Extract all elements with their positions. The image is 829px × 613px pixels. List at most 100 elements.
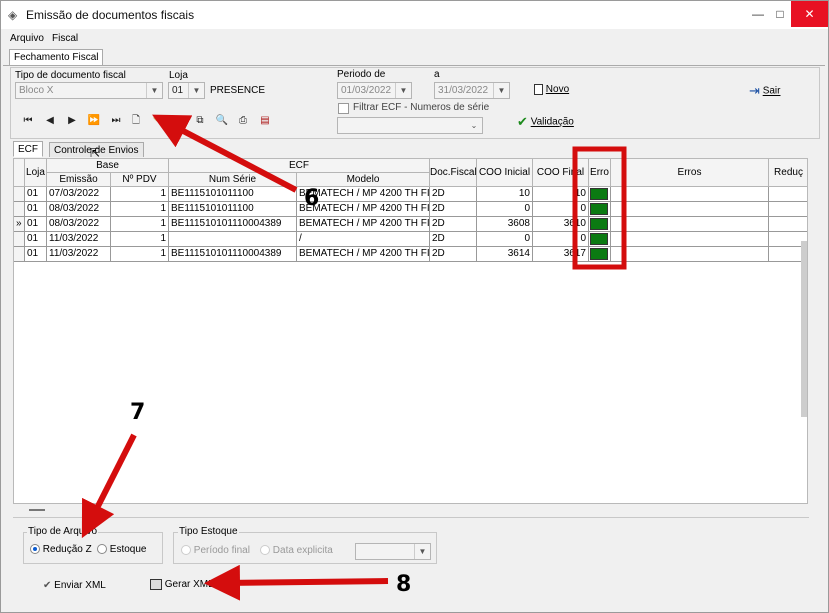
- doc-cell[interactable]: 2D: [430, 202, 477, 217]
- close-button[interactable]: ✕: [791, 1, 828, 27]
- emissao-cell[interactable]: 07/03/2022: [47, 187, 111, 202]
- modelo-cell[interactable]: BEMATECH / MP 4200 TH FI: [297, 202, 430, 217]
- loja-cell[interactable]: 01: [25, 217, 47, 232]
- horizontal-scroll-thumb[interactable]: [29, 509, 45, 511]
- enviar-xml-button[interactable]: ✔ Enviar XML: [43, 580, 106, 591]
- serie-select[interactable]: ⌄: [337, 117, 483, 134]
- radio-periodo-final[interactable]: Período final: [181, 545, 250, 556]
- coo_fim-cell[interactable]: 0: [533, 202, 589, 217]
- serie-cell[interactable]: BE1115101011100: [169, 187, 297, 202]
- next-record-icon[interactable]: ▶: [64, 113, 80, 129]
- col-header-coo-inicial[interactable]: COO Inicial: [477, 159, 533, 187]
- validacao-button[interactable]: ✔ Validação: [517, 114, 574, 130]
- col-header-loja[interactable]: Loja: [25, 159, 47, 187]
- doc-cell[interactable]: 2D: [430, 247, 477, 262]
- erros-cell[interactable]: [611, 247, 769, 262]
- menu-fiscal[interactable]: Fiscal: [52, 33, 78, 44]
- loja-cell[interactable]: 01: [25, 202, 47, 217]
- sair-button[interactable]: ⇥ Sair: [749, 83, 780, 99]
- erros-cell[interactable]: [611, 202, 769, 217]
- doc-cell[interactable]: 2D: [430, 217, 477, 232]
- pdv-cell[interactable]: 1: [111, 187, 169, 202]
- pdv-cell[interactable]: 1: [111, 247, 169, 262]
- fast-forward-icon[interactable]: ⏩: [86, 113, 102, 129]
- previous-record-icon[interactable]: ◀: [42, 113, 58, 129]
- report-icon[interactable]: ▤: [257, 113, 273, 129]
- modelo-cell[interactable]: BEMATECH / MP 4200 TH FI: [297, 247, 430, 262]
- tipo-doc-select[interactable]: Bloco X ▼: [15, 82, 163, 99]
- pdv-cell[interactable]: 1: [111, 202, 169, 217]
- red-cell[interactable]: [769, 217, 807, 232]
- erro-cell[interactable]: [589, 217, 611, 232]
- edit-record-icon[interactable]: ✎: [149, 113, 165, 129]
- pdv-cell[interactable]: 1: [111, 217, 169, 232]
- vertical-scrollbar[interactable]: [801, 241, 807, 417]
- col-header-erros[interactable]: Erros: [611, 159, 769, 187]
- coo_fim-cell[interactable]: 3610: [533, 217, 589, 232]
- doc-cell[interactable]: 2D: [430, 187, 477, 202]
- col-header-reducao[interactable]: Reduç: [769, 159, 807, 187]
- col-header-coo-final[interactable]: COO Final: [533, 159, 589, 187]
- first-record-icon[interactable]: ⏮: [20, 113, 36, 129]
- loja-select[interactable]: 01 ▼: [168, 82, 205, 99]
- erros-cell[interactable]: [611, 232, 769, 247]
- search-document-icon[interactable]: 🔍: [214, 113, 230, 129]
- modelo-cell[interactable]: BEMATECH / MP 4200 TH FI: [297, 187, 430, 202]
- last-record-icon[interactable]: ⏭: [108, 113, 124, 129]
- filtrar-checkbox[interactable]: [338, 103, 349, 114]
- gerar-xml-button[interactable]: Gerar XML: [150, 579, 214, 590]
- col-header-num-serie[interactable]: Num Série: [169, 173, 297, 187]
- modelo-cell[interactable]: BEMATECH / MP 4200 TH FI: [297, 217, 430, 232]
- erro-cell[interactable]: [589, 232, 611, 247]
- coo_ini-cell[interactable]: 0: [477, 202, 533, 217]
- coo_ini-cell[interactable]: 10: [477, 187, 533, 202]
- coo_ini-cell[interactable]: 3614: [477, 247, 533, 262]
- col-header-emissao[interactable]: Emissão: [47, 173, 111, 187]
- loja-cell[interactable]: 01: [25, 247, 47, 262]
- col-header-erro[interactable]: Erro: [589, 159, 611, 187]
- new-record-icon[interactable]: 🗋: [128, 113, 144, 129]
- emissao-cell[interactable]: 08/03/2022: [47, 202, 111, 217]
- serie-cell[interactable]: BE1115101011100: [169, 202, 297, 217]
- tab-ecf[interactable]: ECF: [13, 141, 43, 157]
- col-header-doc-fiscal[interactable]: Doc.Fiscal: [430, 159, 477, 187]
- coo_ini-cell[interactable]: 3608: [477, 217, 533, 232]
- doc-cell[interactable]: 2D: [430, 232, 477, 247]
- emissao-cell[interactable]: 08/03/2022: [47, 217, 111, 232]
- emissao-cell[interactable]: 11/03/2022: [47, 247, 111, 262]
- ecf-grid[interactable]: Loja Base ECF Emissão Nº PDV Num Série M…: [13, 158, 808, 504]
- data-explicita-select[interactable]: ▼: [355, 543, 431, 560]
- erro-cell[interactable]: [589, 202, 611, 217]
- serie-cell[interactable]: BE111510101110004389: [169, 247, 297, 262]
- erros-cell[interactable]: [611, 187, 769, 202]
- erro-cell[interactable]: [589, 247, 611, 262]
- menu-arquivo[interactable]: Arquivo: [10, 33, 44, 44]
- periodo-de-input[interactable]: 01/03/2022 ▼: [337, 82, 412, 99]
- coo_ini-cell[interactable]: 0: [477, 232, 533, 247]
- coo_fim-cell[interactable]: 0: [533, 232, 589, 247]
- modelo-cell[interactable]: /: [297, 232, 430, 247]
- serie-cell[interactable]: [169, 232, 297, 247]
- coo_fim-cell[interactable]: 3617: [533, 247, 589, 262]
- serie-cell[interactable]: BE111510101110004389: [169, 217, 297, 232]
- radio-reducao-z[interactable]: Redução Z: [30, 544, 92, 555]
- tab-fechamento-fiscal[interactable]: Fechamento Fiscal: [9, 49, 104, 66]
- red-cell[interactable]: [769, 187, 807, 202]
- red-cell[interactable]: [769, 202, 807, 217]
- delete-record-icon[interactable]: ✕: [171, 113, 187, 129]
- emissao-cell[interactable]: 11/03/2022: [47, 232, 111, 247]
- print-icon[interactable]: ⎙: [235, 113, 251, 129]
- pdv-cell[interactable]: 1: [111, 232, 169, 247]
- erro-cell[interactable]: [589, 187, 611, 202]
- col-header-modelo[interactable]: Modelo: [297, 173, 430, 187]
- loja-cell[interactable]: 01: [25, 232, 47, 247]
- periodo-ate-input[interactable]: 31/03/2022 ▼: [434, 82, 510, 99]
- loja-cell[interactable]: 01: [25, 187, 47, 202]
- radio-estoque[interactable]: Estoque: [97, 544, 146, 555]
- novo-button[interactable]: Novo: [534, 84, 569, 95]
- coo_fim-cell[interactable]: 10: [533, 187, 589, 202]
- erros-cell[interactable]: [611, 217, 769, 232]
- radio-data-explicita[interactable]: Data explicita: [260, 545, 333, 556]
- col-header-pdv[interactable]: Nº PDV: [111, 173, 169, 187]
- copy-record-icon[interactable]: ⧉: [192, 113, 208, 129]
